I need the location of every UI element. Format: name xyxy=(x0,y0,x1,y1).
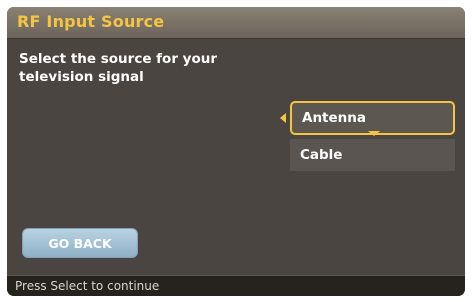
prompt-line-1: Select the source for your xyxy=(19,51,218,67)
go-back-button[interactable]: GO BACK xyxy=(22,228,138,258)
option-antenna[interactable]: Antenna xyxy=(280,101,455,136)
rf-input-source-dialog: RF Input Source Select the source for yo… xyxy=(7,7,465,296)
down-arrow-icon xyxy=(368,131,380,136)
option-antenna-label: Antenna xyxy=(302,110,366,126)
option-cable[interactable]: Cable xyxy=(290,139,455,171)
option-cable-label: Cable xyxy=(300,147,343,163)
status-hint: Press Select to continue xyxy=(15,279,160,293)
source-options-list: Antenna Cable xyxy=(280,101,455,171)
status-bar: Press Select to continue xyxy=(7,275,465,296)
prompt-text: Select the source for your television si… xyxy=(19,50,269,86)
title-bar: RF Input Source xyxy=(7,7,465,39)
prompt-line-2: television signal xyxy=(19,69,144,85)
left-arrow-icon xyxy=(280,113,286,123)
page-title: RF Input Source xyxy=(17,12,165,31)
